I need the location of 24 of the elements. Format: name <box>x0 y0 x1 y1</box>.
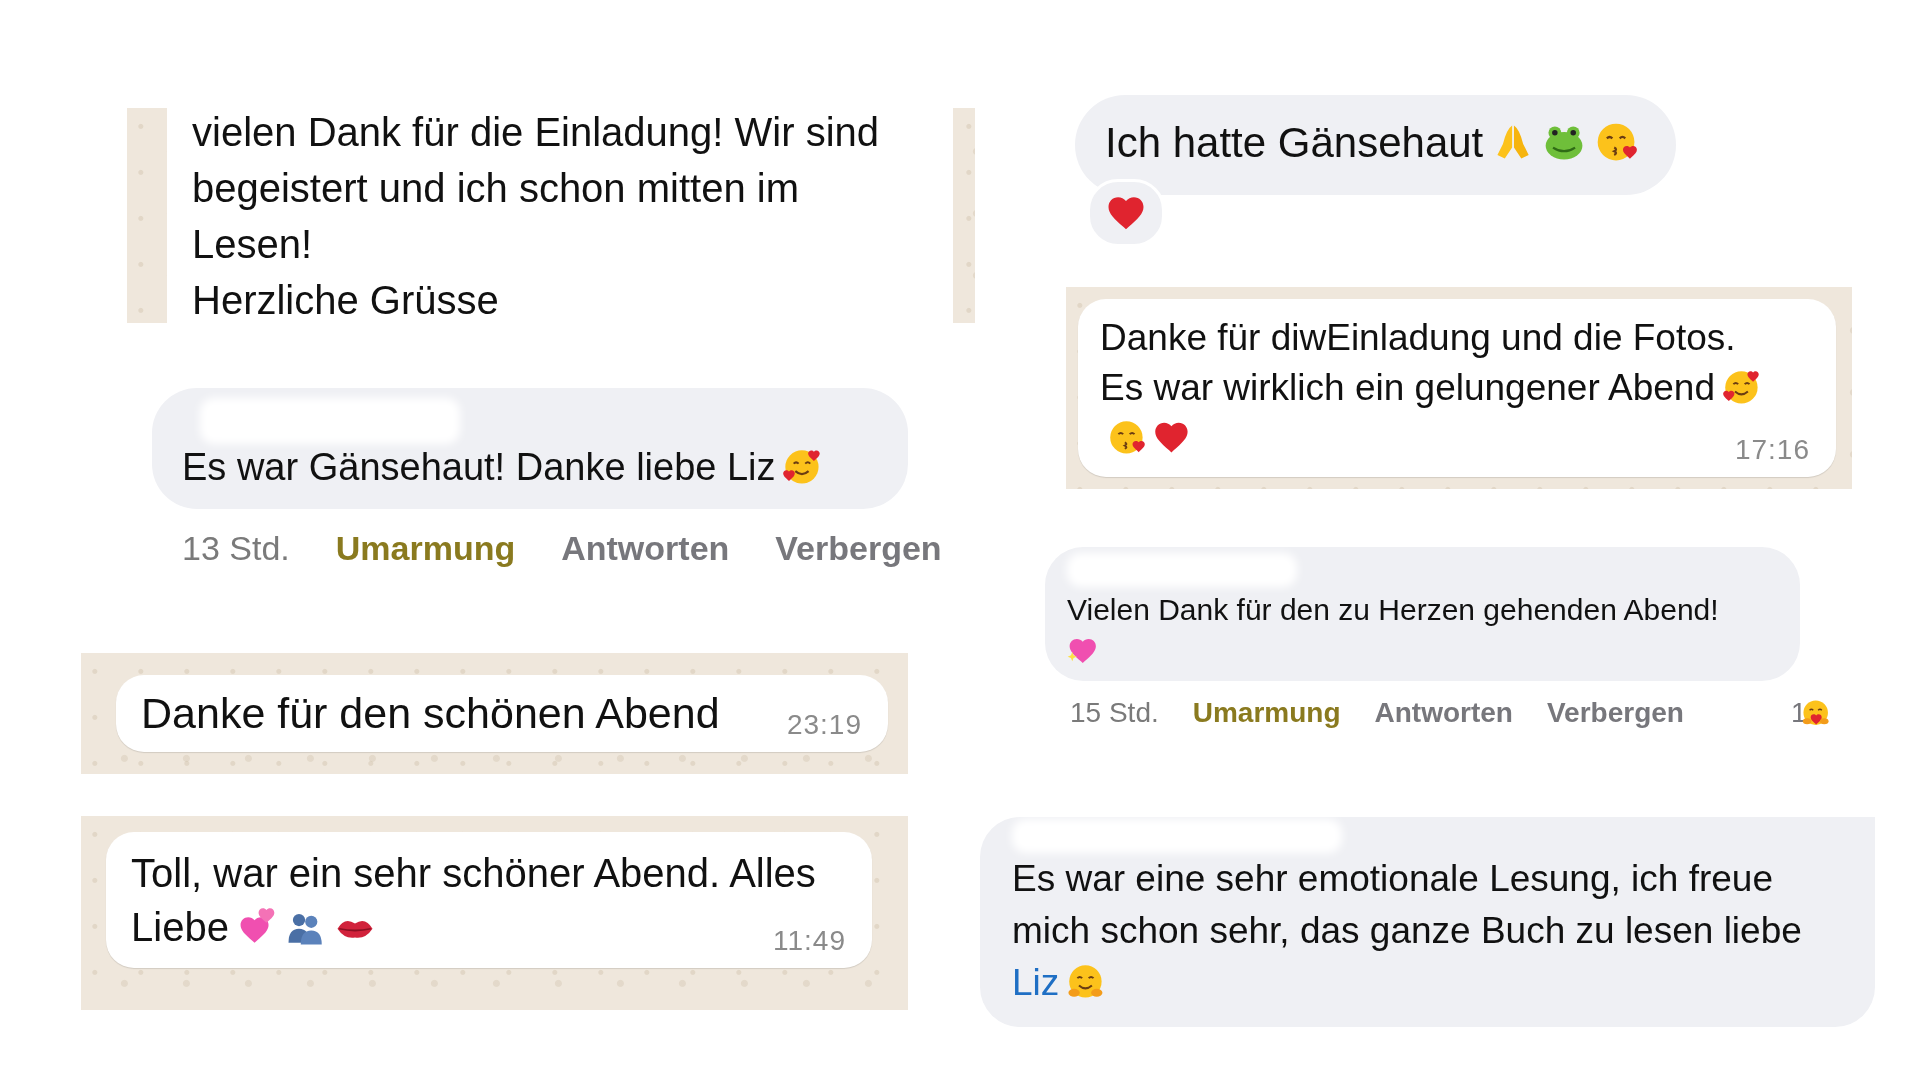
message-text: vielen Dank für die Einladung! Wir sind begeistert und ich schon mitten im Lesen! Herzliche Grüsse <box>192 109 880 324</box>
comment-action[interactable]: Verbergen <box>1546 696 1684 729</box>
reaction-count: 1 <box>1791 696 1807 729</box>
comment-text: mich schon sehr, das ganze Buch zu lesen liebe <box>1012 908 1803 953</box>
mention-link[interactable]: Liz <box>1012 961 1060 1003</box>
comment-age: 15 Std. <box>1070 696 1159 729</box>
message-time: 17:16 <box>1734 433 1810 467</box>
message-text: Toll, war ein sehr schöner Abend. Alles <box>131 850 817 897</box>
comment-action[interactable]: Antworten <box>561 529 730 568</box>
comment-text: Vielen Dank für den zu Herzen gehenden Abend! <box>1067 593 1719 626</box>
comment-action[interactable]: Umarmung <box>1192 696 1341 729</box>
message-time: 11:49 <box>773 924 846 958</box>
message-text: Liebe <box>131 905 229 949</box>
message-time: 23:19 <box>786 708 862 742</box>
comment-action[interactable]: Antworten <box>1374 696 1513 729</box>
comment-age: 13 Std. <box>182 529 290 568</box>
message-text: Danke für diwEinladung und die Fotos. <box>1100 316 1737 360</box>
comment-action[interactable]: Umarmung <box>335 529 516 568</box>
message-text: Ich hatte Gänsehaut <box>1105 119 1484 166</box>
comment-action[interactable]: Verbergen <box>775 529 942 568</box>
message-text: Es war wirklich ein gelungener Abend <box>1100 367 1715 408</box>
comment-text: Es war Gänsehaut! Danke liebe Liz <box>182 446 776 488</box>
message-text: Danke für den schönen Abend <box>141 689 720 737</box>
comment-text: Es war eine sehr emotionale Lesung, ich freue <box>1012 856 1774 901</box>
